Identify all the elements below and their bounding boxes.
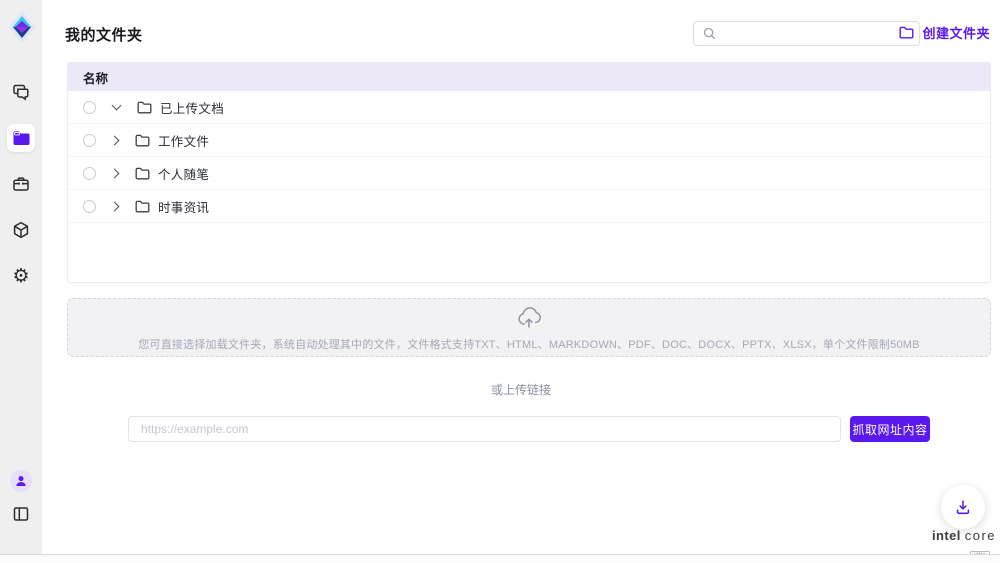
panel-toggle-button[interactable]	[9, 502, 33, 526]
create-folder-button[interactable]: 创建文件夹	[899, 23, 990, 42]
chevron-down-icon[interactable]	[112, 101, 122, 111]
sidebar: ⚙	[0, 0, 42, 554]
folder-icon	[137, 101, 152, 114]
create-folder-label: 创建文件夹	[922, 23, 990, 42]
table-row[interactable]: 时事资讯	[68, 190, 990, 223]
row-checkbox[interactable]	[83, 101, 96, 114]
sidebar-nav: ⚙	[0, 78, 42, 290]
chat-icon	[11, 82, 31, 102]
avatar[interactable]	[10, 470, 32, 492]
search-icon	[703, 27, 716, 40]
sidebar-item-settings[interactable]: ⚙	[7, 262, 35, 290]
chevron-right-icon[interactable]	[110, 201, 120, 211]
sidebar-bottom	[0, 470, 42, 526]
folder-table-rows: 已上传文档 工作文件 个人随笔 时事资讯	[68, 91, 990, 223]
folder-table: 名称 已上传文档 工作文件 个人随笔	[67, 62, 991, 283]
intel-word: intel	[932, 528, 961, 543]
gem-logo-icon	[8, 10, 36, 44]
search-input[interactable]	[722, 22, 919, 45]
folder-name: 工作文件	[158, 131, 209, 150]
table-header-name: 名称	[68, 63, 990, 91]
upload-hint: 您可直接选择加载文件夹，系统自动处理其中的文件，文件格式支持TXT、HTML、M…	[68, 336, 990, 352]
folder-name: 已上传文档	[160, 98, 224, 117]
upload-dropzone[interactable]: 您可直接选择加载文件夹，系统自动处理其中的文件，文件格式支持TXT、HTML、M…	[67, 298, 991, 357]
cloud-upload-icon	[68, 306, 990, 334]
chevron-right-icon[interactable]	[110, 168, 120, 178]
folder-icon	[135, 200, 150, 213]
sidebar-item-chat[interactable]	[7, 78, 35, 106]
table-row[interactable]: 已上传文档	[68, 91, 990, 124]
url-upload-row: 抓取网址内容	[128, 416, 930, 442]
folder-icon	[135, 167, 150, 180]
folder-icon	[12, 130, 31, 146]
core-word: core	[965, 528, 996, 543]
table-row[interactable]: 工作文件	[68, 124, 990, 157]
gear-icon: ⚙	[12, 267, 29, 286]
row-checkbox[interactable]	[83, 167, 96, 180]
app-window: ⚙ 我的文件夹	[0, 0, 1000, 563]
fetch-url-button[interactable]: 抓取网址内容	[850, 416, 930, 442]
panel-toggle-icon	[12, 505, 30, 523]
table-row[interactable]: 个人随笔	[68, 157, 990, 190]
page-header: 我的文件夹 创建文件夹	[65, 20, 990, 48]
row-checkbox[interactable]	[83, 134, 96, 147]
folder-icon	[135, 134, 150, 147]
chevron-right-icon[interactable]	[110, 135, 120, 145]
row-checkbox[interactable]	[83, 200, 96, 213]
sidebar-item-models[interactable]	[7, 216, 35, 244]
folder-name: 个人随笔	[158, 164, 209, 183]
or-upload-link-label: 或上传链接	[42, 381, 1000, 398]
folder-plus-icon	[899, 26, 914, 39]
briefcase-icon	[11, 174, 31, 194]
cube-icon	[11, 220, 31, 240]
download-icon	[954, 498, 972, 516]
app-logo	[8, 10, 36, 44]
folder-name: 时事资讯	[158, 197, 209, 216]
download-button[interactable]	[941, 485, 985, 529]
url-input[interactable]	[128, 416, 841, 442]
sidebar-item-folders[interactable]	[7, 124, 35, 152]
user-icon	[14, 474, 28, 488]
search-box	[693, 21, 920, 46]
main-content: 我的文件夹 创建文件夹 名称 已上传文档	[42, 0, 1000, 554]
window-bottom-edge	[0, 554, 1000, 563]
sidebar-item-toolbox[interactable]	[7, 170, 35, 198]
page-title: 我的文件夹	[65, 24, 143, 45]
